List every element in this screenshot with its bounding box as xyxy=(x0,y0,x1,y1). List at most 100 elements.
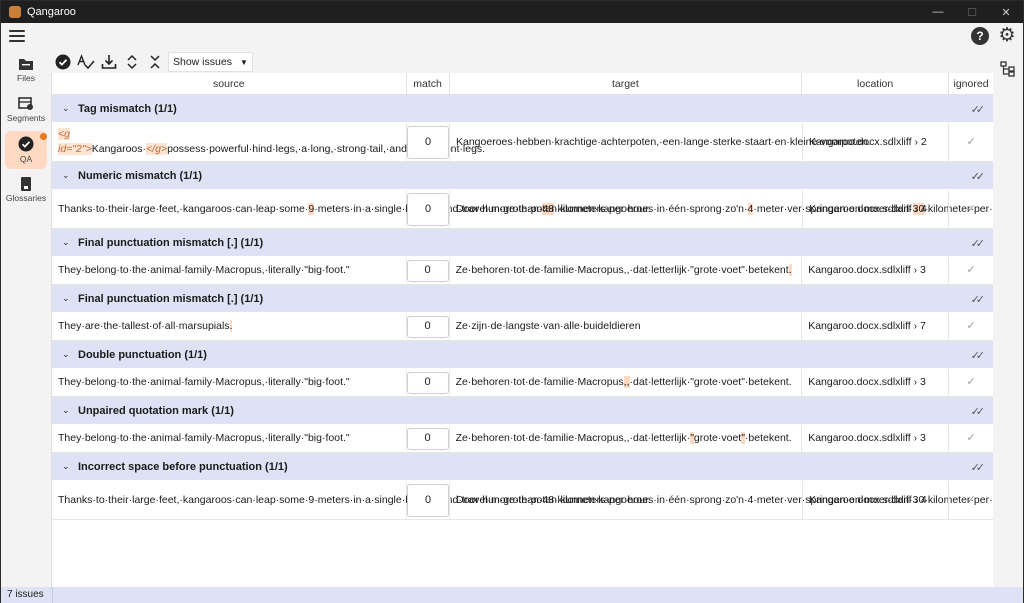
target-cell[interactable]: Ze·behoren·tot·de·familie·Macropus,,·dat… xyxy=(450,369,803,396)
chevron-down-icon[interactable]: ⌄ xyxy=(62,293,72,304)
minimize-button[interactable]: — xyxy=(921,1,955,23)
location-cell[interactable]: Kangaroo.docx.sdlxliff › 3 xyxy=(802,257,950,284)
column-header-match[interactable]: match xyxy=(407,73,450,95)
ignore-all-icon[interactable]: ✓✓ xyxy=(971,461,986,474)
source-cell[interactable]: They·belong·to·the·animal·family·Macropu… xyxy=(52,257,407,284)
match-cell: 0 xyxy=(407,190,450,228)
status-bar: 7 issues xyxy=(1,587,1023,603)
table-row[interactable]: They·are·the·tallest·of·all·marsupials. … xyxy=(52,313,993,341)
chevron-down-icon[interactable]: ⌄ xyxy=(62,461,72,472)
target-cell[interactable]: Door·hun·grote·poten·kunnen·kangoeroes·i… xyxy=(450,190,993,228)
source-cell[interactable]: They·are·the·tallest·of·all·marsupials. xyxy=(52,313,407,340)
issue-group-title: Numeric mismatch (1/1) xyxy=(78,169,203,182)
ignore-checkmark-icon[interactable]: ✓ xyxy=(949,481,993,519)
ignore-all-icon[interactable]: ✓✓ xyxy=(971,237,986,250)
sidebar-item-glossaries[interactable]: Glossaries xyxy=(5,171,47,209)
location-cell[interactable]: Kangaroo.docx.sdlxliff › 3 xyxy=(802,369,950,396)
issue-group-header[interactable]: ⌄ Unpaired quotation mark (1/1) ✓✓ xyxy=(52,397,993,425)
ignore-all-icon[interactable]: ✓✓ xyxy=(971,293,986,306)
spellcheck-button[interactable] xyxy=(75,51,97,73)
close-button[interactable]: ✕ xyxy=(989,1,1023,23)
source-cell[interactable]: They·belong·to·the·animal·family·Macropu… xyxy=(52,369,407,396)
help-icon[interactable]: ? xyxy=(971,27,989,45)
ignore-checkmark-icon[interactable]: ✓ xyxy=(949,257,993,284)
accept-all-button[interactable] xyxy=(52,51,74,73)
source-text: They·belong·to·the·animal·family·Macropu… xyxy=(58,264,350,276)
source-cell[interactable]: Thanks·to·their·large·feet,·kangaroos·ca… xyxy=(52,481,651,519)
issue-group-header[interactable]: ⌄ Numeric mismatch (1/1) ✓✓ xyxy=(52,162,993,190)
location-cell[interactable]: Kangaroo.docx.sdlxliff › 7 xyxy=(802,313,950,340)
sidebar-item-segments[interactable]: Segments xyxy=(5,91,47,129)
ignore-checkmark-icon[interactable]: ✓ xyxy=(949,190,993,228)
location-cell[interactable]: Kangaroo.docx.sdlxliff › 4 xyxy=(803,481,950,519)
chevron-down-icon[interactable]: ⌄ xyxy=(62,237,72,248)
ignore-all-icon[interactable]: ✓✓ xyxy=(971,405,986,418)
column-header-ignored[interactable]: ignored xyxy=(949,73,993,95)
column-header-location[interactable]: location xyxy=(802,73,950,95)
match-value: 0 xyxy=(406,259,449,282)
table-row[interactable]: Thanks·to·their·large·feet,·kangaroos·ca… xyxy=(52,190,993,229)
issue-group-title: Double punctuation (1/1) xyxy=(78,348,207,361)
issue-group-title: Final punctuation mismatch [.] (1/1) xyxy=(78,236,264,249)
gear-icon[interactable]: ⚙ xyxy=(997,26,1017,46)
chevron-down-icon[interactable]: ⌄ xyxy=(62,405,72,416)
source-cell[interactable]: Thanks·to·their·large·feet,·kangaroos·ca… xyxy=(52,190,651,228)
hamburger-menu-icon[interactable] xyxy=(9,30,25,44)
expand-all-button[interactable] xyxy=(121,51,143,73)
target-cell[interactable]: Ze·zijn·de·langste·van·alle·buideldieren xyxy=(450,313,803,340)
target-text: grote·voet xyxy=(693,432,742,444)
target-cell[interactable]: Door·hun·grote·poten·kunnen·kangoeroes·i… xyxy=(450,481,993,519)
table-row[interactable]: <g id="2">Kangaroos·</g>possess·powerful… xyxy=(52,123,993,162)
maximize-button[interactable]: ☐ xyxy=(955,1,989,23)
source-text: They·belong·to·the·animal·family·Macropu… xyxy=(58,432,350,444)
sidebar-item-files[interactable]: Files xyxy=(5,51,47,89)
target-cell[interactable]: Ze·behoren·tot·de·familie·Macropus,,·dat… xyxy=(450,425,803,452)
source-text: Thanks·to·their·large·feet,·kangaroos·ca… xyxy=(58,202,309,215)
ignore-checkmark-icon[interactable]: ✓ xyxy=(949,313,993,340)
match-cell: 0 xyxy=(407,481,450,519)
issue-group-header[interactable]: ⌄ Final punctuation mismatch [.] (1/1) ✓… xyxy=(52,229,993,257)
target-cell[interactable]: Kangoeroes·hebben·krachtige·achterpoten,… xyxy=(450,123,870,161)
column-header-target[interactable]: target xyxy=(450,73,803,95)
target-cell[interactable]: Ze·behoren·tot·de·familie·Macropus,,·dat… xyxy=(450,257,803,284)
sidebar-item-label: QA xyxy=(19,154,33,164)
issue-group-header[interactable]: ⌄ Incorrect space before punctuation (1/… xyxy=(52,453,993,481)
ignore-checkmark-icon[interactable]: ✓ xyxy=(949,369,993,396)
target-text: Door·hun·grote·poten·kunnen·kangoeroes·i… xyxy=(456,202,748,215)
collapse-all-button[interactable] xyxy=(144,51,166,73)
sidebar-item-qa[interactable]: QA xyxy=(5,131,47,169)
issue-group-header[interactable]: ⌄ Double punctuation (1/1) ✓✓ xyxy=(52,341,993,369)
chevron-down-icon[interactable]: ⌄ xyxy=(62,170,72,181)
check-circle-icon xyxy=(55,54,71,70)
match-value: 0 xyxy=(406,315,449,338)
tree-view-icon[interactable] xyxy=(1000,61,1016,77)
ignore-all-icon[interactable]: ✓✓ xyxy=(971,103,986,116)
ignore-checkmark-icon[interactable]: ✓ xyxy=(949,123,993,161)
app-logo-icon xyxy=(9,6,21,18)
source-text: They·are·the·tallest·of·all·marsupials xyxy=(58,320,230,332)
location-cell[interactable]: Kangaroo.docx.sdlxliff › 2 xyxy=(803,123,950,161)
issue-group-header[interactable]: ⌄ Final punctuation mismatch [.] (1/1) ✓… xyxy=(52,285,993,313)
ignore-all-icon[interactable]: ✓✓ xyxy=(971,170,986,183)
show-issues-dropdown[interactable]: Show issues ▼ xyxy=(168,52,253,72)
ignore-checkmark-icon[interactable]: ✓ xyxy=(949,425,993,452)
issue-group-header[interactable]: ⌄ Tag mismatch (1/1) ✓✓ xyxy=(52,95,993,123)
chevron-down-icon[interactable]: ⌄ xyxy=(62,103,72,114)
location-cell[interactable]: Kangaroo.docx.sdlxliff › 3 xyxy=(802,425,950,452)
ignore-all-icon[interactable]: ✓✓ xyxy=(971,349,986,362)
table-row[interactable]: They·belong·to·the·animal·family·Macropu… xyxy=(52,369,993,397)
chevron-down-icon[interactable]: ⌄ xyxy=(62,349,72,360)
table-row[interactable]: Thanks·to·their·large·feet,·kangaroos·ca… xyxy=(52,481,993,520)
source-text: Kangaroos· xyxy=(91,143,147,155)
location-cell[interactable]: Kangaroo.docx.sdlxliff › 4 xyxy=(803,190,950,228)
source-cell[interactable]: <g id="2">Kangaroos·</g>possess·powerful… xyxy=(52,123,485,161)
table-row[interactable]: They·belong·to·the·animal·family·Macropu… xyxy=(52,425,993,453)
table-row[interactable]: They·belong·to·the·animal·family·Macropu… xyxy=(52,257,993,285)
match-value: 0 xyxy=(407,192,449,226)
app-window: Qangaroo — ☐ ✕ ? ⚙ Files Segments QA Glo… xyxy=(0,0,1024,603)
source-cell[interactable]: They·belong·to·the·animal·family·Macropu… xyxy=(52,425,407,452)
toolbar: Show issues ▼ xyxy=(51,51,993,73)
title-bar: Qangaroo — ☐ ✕ xyxy=(1,1,1023,23)
export-button[interactable] xyxy=(98,51,120,73)
column-header-source[interactable]: source xyxy=(52,73,407,95)
